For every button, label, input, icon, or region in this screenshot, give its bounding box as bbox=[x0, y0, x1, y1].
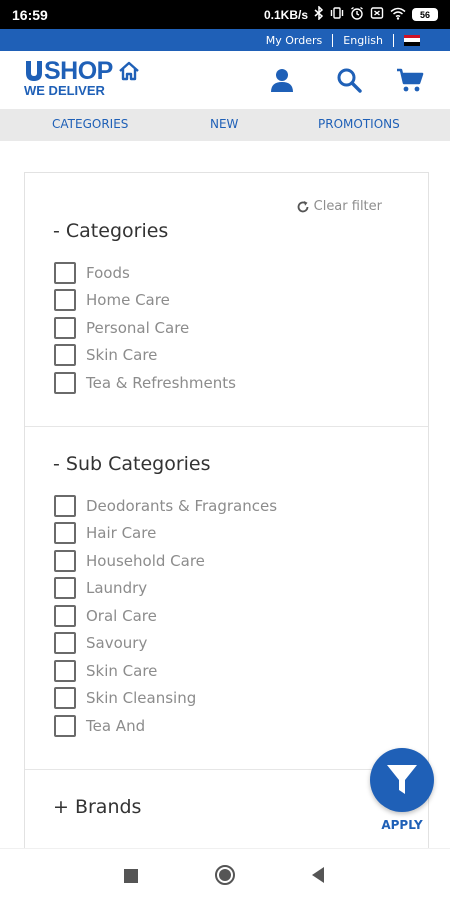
cart-icon[interactable] bbox=[394, 64, 426, 96]
logo-text: SHOP bbox=[44, 57, 113, 85]
checkbox[interactable] bbox=[54, 632, 76, 654]
category-option[interactable]: Personal Care bbox=[54, 317, 189, 339]
option-label: Home Care bbox=[86, 291, 170, 309]
clear-filter-button[interactable]: Clear filter bbox=[296, 199, 382, 214]
option-label: Tea & Refreshments bbox=[86, 374, 236, 392]
back-icon[interactable] bbox=[311, 867, 325, 887]
divider bbox=[393, 33, 394, 47]
subcategories-section-title[interactable]: - Sub Categories bbox=[53, 453, 211, 475]
battery-icon: 56 bbox=[412, 8, 438, 21]
subcategory-option[interactable]: Laundry bbox=[54, 577, 147, 599]
apply-filter-button[interactable] bbox=[370, 748, 434, 812]
option-label: Skin Cleansing bbox=[86, 689, 197, 707]
option-label: Household Care bbox=[86, 552, 205, 570]
option-label: Savoury bbox=[86, 634, 148, 652]
option-label: Hair Care bbox=[86, 524, 157, 542]
option-label: Deodorants & Fragrances bbox=[86, 497, 278, 515]
checkbox[interactable] bbox=[54, 715, 76, 737]
refresh-icon bbox=[297, 200, 309, 212]
egypt-flag-icon[interactable] bbox=[404, 34, 420, 46]
option-label: Skin Care bbox=[86, 346, 158, 364]
checkbox[interactable] bbox=[54, 522, 76, 544]
language-link[interactable]: English bbox=[333, 34, 393, 47]
checkbox[interactable] bbox=[54, 577, 76, 599]
category-option[interactable]: Foods bbox=[54, 262, 130, 284]
option-label: Tea And bbox=[86, 717, 146, 735]
tab-promotions[interactable]: PROMOTIONS bbox=[318, 117, 400, 131]
vibrate-icon bbox=[330, 6, 344, 23]
home-icon bbox=[119, 61, 139, 81]
checkbox[interactable] bbox=[54, 660, 76, 682]
top-strip: My Orders English bbox=[0, 29, 450, 51]
option-label: Oral Care bbox=[86, 607, 157, 625]
section-divider bbox=[25, 426, 428, 427]
checkbox[interactable] bbox=[54, 605, 76, 627]
network-speed: 0.1KB/s bbox=[263, 7, 308, 22]
checkbox[interactable] bbox=[54, 262, 76, 284]
logo-tagline: WE DELIVER bbox=[24, 83, 105, 98]
subcategory-option[interactable]: Oral Care bbox=[54, 605, 157, 627]
option-label: Foods bbox=[86, 264, 130, 282]
bluetooth-icon bbox=[314, 5, 324, 23]
subcategory-option[interactable]: Savoury bbox=[54, 632, 147, 654]
alarm-icon bbox=[350, 6, 364, 23]
checkbox[interactable] bbox=[54, 550, 76, 572]
clear-filter-label: Clear filter bbox=[313, 199, 382, 214]
status-bar: 16:59 0.1KB/s 56 bbox=[0, 0, 450, 29]
status-time: 16:59 bbox=[12, 6, 48, 23]
filter-panel: Clear filter - Categories Foods Home Car… bbox=[24, 172, 429, 852]
tab-new[interactable]: NEW bbox=[210, 117, 238, 131]
subcategory-option[interactable]: Skin Care bbox=[54, 660, 157, 682]
checkbox[interactable] bbox=[54, 289, 76, 311]
recents-icon[interactable] bbox=[124, 868, 138, 887]
checkbox[interactable] bbox=[54, 372, 76, 394]
checkbox[interactable] bbox=[54, 687, 76, 709]
category-option[interactable]: Skin Care bbox=[54, 344, 157, 366]
subcategory-option[interactable]: Skin Cleansing bbox=[54, 687, 196, 709]
header: SHOP WE DELIVER bbox=[0, 51, 450, 109]
category-option[interactable]: Home Care bbox=[54, 289, 170, 311]
tab-categories[interactable]: CATEGORIES bbox=[52, 117, 128, 131]
subcategory-option[interactable]: Tea And bbox=[54, 715, 145, 737]
u-logo-icon bbox=[26, 61, 42, 81]
filter-icon bbox=[387, 765, 417, 794]
my-orders-link[interactable]: My Orders bbox=[256, 34, 333, 47]
home-circle-icon[interactable] bbox=[214, 864, 236, 890]
checkbox[interactable] bbox=[54, 495, 76, 517]
section-divider bbox=[25, 769, 428, 770]
subcategory-option[interactable]: Hair Care bbox=[54, 522, 156, 544]
checkbox[interactable] bbox=[54, 344, 76, 366]
checkbox[interactable] bbox=[54, 317, 76, 339]
categories-section-title[interactable]: - Categories bbox=[53, 220, 168, 242]
option-label: Laundry bbox=[86, 579, 148, 597]
search-icon[interactable] bbox=[333, 64, 365, 96]
sim-icon bbox=[370, 6, 384, 23]
nav-tabs: CATEGORIES NEW PROMOTIONS bbox=[0, 109, 450, 141]
brands-section-title[interactable]: + Brands bbox=[53, 796, 141, 818]
category-option[interactable]: Tea & Refreshments bbox=[54, 372, 236, 394]
option-label: Skin Care bbox=[86, 662, 158, 680]
wifi-icon bbox=[390, 7, 406, 23]
system-navigation-bar bbox=[0, 848, 450, 900]
ushop-logo[interactable]: SHOP WE DELIVER bbox=[24, 59, 141, 98]
account-icon[interactable] bbox=[266, 64, 298, 96]
subcategory-option[interactable]: Deodorants & Fragrances bbox=[54, 495, 277, 517]
apply-label[interactable]: APPLY bbox=[370, 818, 434, 832]
option-label: Personal Care bbox=[86, 319, 190, 337]
subcategory-option[interactable]: Household Care bbox=[54, 550, 205, 572]
